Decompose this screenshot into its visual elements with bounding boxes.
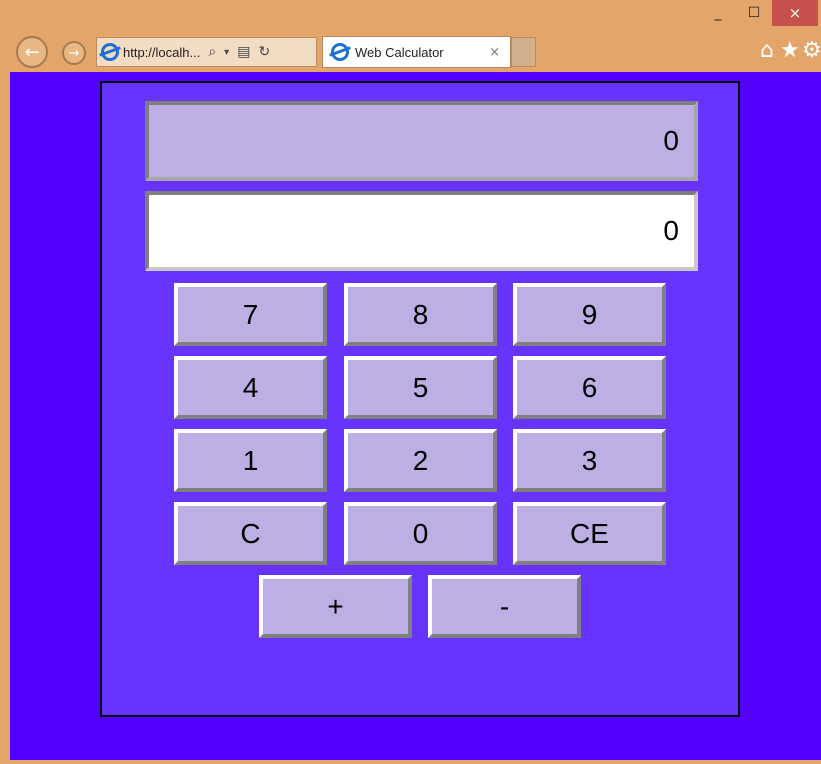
tab-web-calculator[interactable]: Web Calculator ×: [322, 36, 511, 68]
back-icon: ←: [24, 41, 40, 63]
forward-icon: →: [68, 45, 80, 61]
key-4[interactable]: 4: [174, 356, 327, 419]
address-bar[interactable]: http://localh... ⌕ ▾ ▤ ↻: [96, 37, 317, 67]
upper-display: 0: [145, 101, 698, 181]
new-tab-button[interactable]: [511, 37, 536, 67]
minimize-button[interactable]: _: [704, 0, 732, 26]
key-minus[interactable]: -: [428, 575, 581, 638]
close-button[interactable]: ×: [772, 0, 818, 26]
key-clear-entry[interactable]: CE: [513, 502, 666, 565]
home-icon[interactable]: ⌂: [760, 38, 774, 63]
search-icon[interactable]: ⌕: [208, 44, 216, 60]
browser-chrome: _ ☐ × ← → http://localh... ⌕ ▾ ▤ ↻ Web C…: [0, 0, 821, 80]
key-3[interactable]: 3: [513, 429, 666, 492]
key-1[interactable]: 1: [174, 429, 327, 492]
refresh-icon[interactable]: ↻: [258, 44, 270, 60]
gear-icon[interactable]: ⚙: [802, 38, 821, 63]
compat-view-icon[interactable]: ▤: [237, 44, 250, 60]
forward-button[interactable]: →: [62, 41, 86, 65]
back-button[interactable]: ←: [16, 36, 48, 68]
tab-title: Web Calculator: [355, 44, 444, 60]
key-6[interactable]: 6: [513, 356, 666, 419]
key-8[interactable]: 8: [344, 283, 497, 346]
ie-icon: [101, 43, 119, 61]
calculator-panel: 0 0 7 8 9 4 5 6 1 2 3 C 0 CE + -: [100, 81, 740, 717]
key-0[interactable]: 0: [344, 502, 497, 565]
maximize-button[interactable]: ☐: [740, 0, 768, 26]
key-plus[interactable]: +: [259, 575, 412, 638]
key-7[interactable]: 7: [174, 283, 327, 346]
key-9[interactable]: 9: [513, 283, 666, 346]
tab-ie-icon: [331, 43, 349, 61]
tab-close-icon[interactable]: ×: [489, 45, 500, 60]
url-text[interactable]: http://localh...: [123, 45, 200, 60]
lower-display[interactable]: 0: [145, 191, 698, 271]
dropdown-icon[interactable]: ▾: [224, 47, 229, 58]
key-5[interactable]: 5: [344, 356, 497, 419]
favorites-star-icon[interactable]: ★: [780, 38, 800, 63]
key-clear[interactable]: C: [174, 502, 327, 565]
page-viewport: 0 0 7 8 9 4 5 6 1 2 3 C 0 CE + -: [10, 72, 821, 760]
key-2[interactable]: 2: [344, 429, 497, 492]
